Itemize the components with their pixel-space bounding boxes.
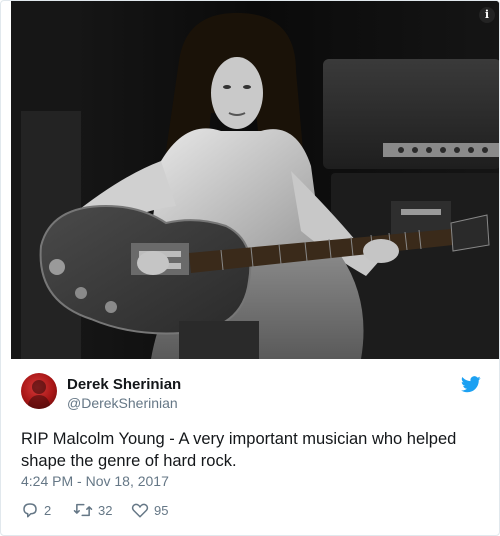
info-icon[interactable]: i bbox=[479, 7, 495, 23]
embedded-tweet-card[interactable]: i Derek Sherinian @DerekSherinian RIP Ma… bbox=[0, 0, 500, 536]
twitter-bird-icon[interactable] bbox=[461, 376, 481, 393]
author-display-name[interactable]: Derek Sherinian bbox=[67, 376, 181, 393]
tweet-author[interactable]: Derek Sherinian @DerekSherinian bbox=[21, 373, 481, 413]
tweet-timestamp[interactable]: 4:24 PM - Nov 18, 2017 bbox=[21, 473, 169, 489]
reply-icon bbox=[23, 503, 37, 518]
photo-illustration bbox=[11, 1, 499, 359]
retweet-button[interactable]: 32 bbox=[73, 499, 112, 521]
heart-icon bbox=[131, 503, 149, 518]
reply-button[interactable]: 2 bbox=[21, 499, 51, 521]
retweet-icon bbox=[73, 503, 93, 517]
like-button[interactable]: 95 bbox=[131, 499, 168, 521]
avatar-image bbox=[27, 380, 51, 409]
retweet-count: 32 bbox=[98, 502, 113, 518]
tweet-photo[interactable]: i bbox=[11, 1, 499, 359]
reply-count: 2 bbox=[44, 502, 52, 518]
like-count: 95 bbox=[154, 502, 169, 518]
avatar[interactable] bbox=[21, 373, 57, 409]
tweet-text: RIP Malcolm Young - A very important mus… bbox=[21, 430, 457, 470]
author-username[interactable]: @DerekSherinian bbox=[67, 395, 178, 411]
